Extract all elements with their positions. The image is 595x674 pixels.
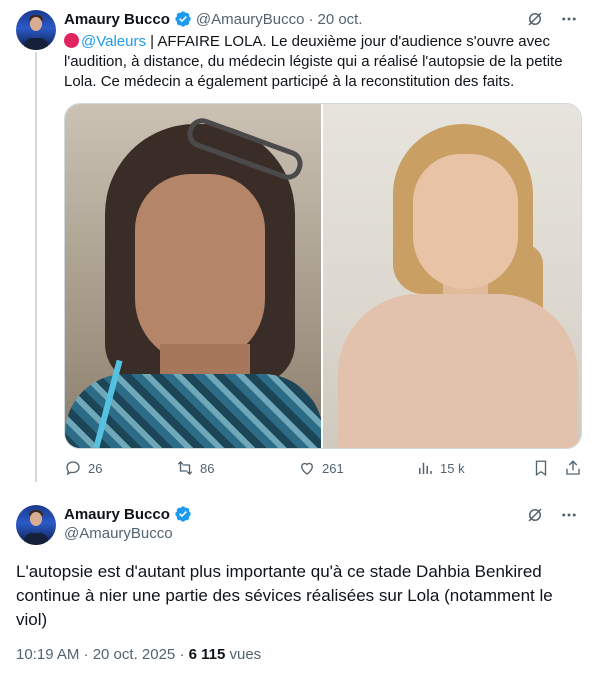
like-icon xyxy=(301,462,313,475)
tweet-media[interactable] xyxy=(64,103,582,449)
bookmark-icon xyxy=(535,460,547,477)
share-button[interactable] xyxy=(564,459,582,477)
reply-count: 26 xyxy=(88,460,103,476)
tweet-top-actions xyxy=(525,9,579,29)
tweet-2-meta: 10:19 AM · 20 oct. 2025 · 6 115 vues xyxy=(16,646,261,663)
photo-woman[interactable] xyxy=(65,104,323,448)
mention-link[interactable]: @Valeurs xyxy=(81,33,146,50)
tweet-1[interactable]: Amaury Bucco @AmauryBucco · 20 oct. @Val… xyxy=(0,0,595,495)
grok-icon[interactable] xyxy=(525,505,545,525)
views-label: vues xyxy=(225,646,262,663)
avatar[interactable] xyxy=(16,505,56,545)
tweet-text: @Valeurs | AFFAIRE LOLA. Le deuxième jou… xyxy=(64,32,584,92)
author-name[interactable]: Amaury Bucco xyxy=(64,506,170,523)
more-icon[interactable] xyxy=(559,505,579,525)
views-button[interactable]: 15 k xyxy=(416,459,465,477)
verified-badge-icon xyxy=(175,11,191,27)
repost-icon xyxy=(177,461,193,475)
tweet-2-header: Amaury Bucco xyxy=(64,505,196,523)
repost-count: 86 xyxy=(200,460,215,476)
tweet-date[interactable]: 20 oct. xyxy=(317,11,362,28)
reply-icon xyxy=(66,461,80,476)
grok-icon[interactable] xyxy=(525,9,545,29)
author-handle[interactable]: @AmauryBucco xyxy=(64,525,173,542)
avatar[interactable] xyxy=(16,10,56,50)
separator-dot: · xyxy=(308,10,314,28)
tweet-header: Amaury Bucco @AmauryBucco · 20 oct. xyxy=(64,9,363,29)
bookmark-button[interactable] xyxy=(532,459,550,477)
author-name[interactable]: Amaury Bucco xyxy=(64,11,170,28)
like-button[interactable]: 261 xyxy=(298,459,344,477)
tweet-2-text: L'autopsie est d'autant plus importante … xyxy=(16,562,553,629)
views-icon xyxy=(419,462,432,474)
author-handle[interactable]: @AmauryBucco xyxy=(196,11,305,28)
verified-badge-icon xyxy=(175,506,191,522)
like-count: 261 xyxy=(322,460,344,476)
tweet-2-top-actions xyxy=(525,505,579,525)
share-icon xyxy=(566,460,580,475)
photo-girl[interactable] xyxy=(323,104,581,448)
repost-button[interactable]: 86 xyxy=(176,459,214,477)
views-count: 15 k xyxy=(440,460,465,476)
tweet-action-bar: 26 86 261 15 k xyxy=(64,459,582,481)
reply-button[interactable]: 26 xyxy=(64,459,102,477)
red-circle-emoji-icon xyxy=(64,33,79,48)
tweet-timestamp[interactable]: 10:19 AM · 20 oct. 2025 · xyxy=(16,646,189,663)
views-count: 6 115 xyxy=(188,646,226,663)
more-icon[interactable] xyxy=(559,9,579,29)
